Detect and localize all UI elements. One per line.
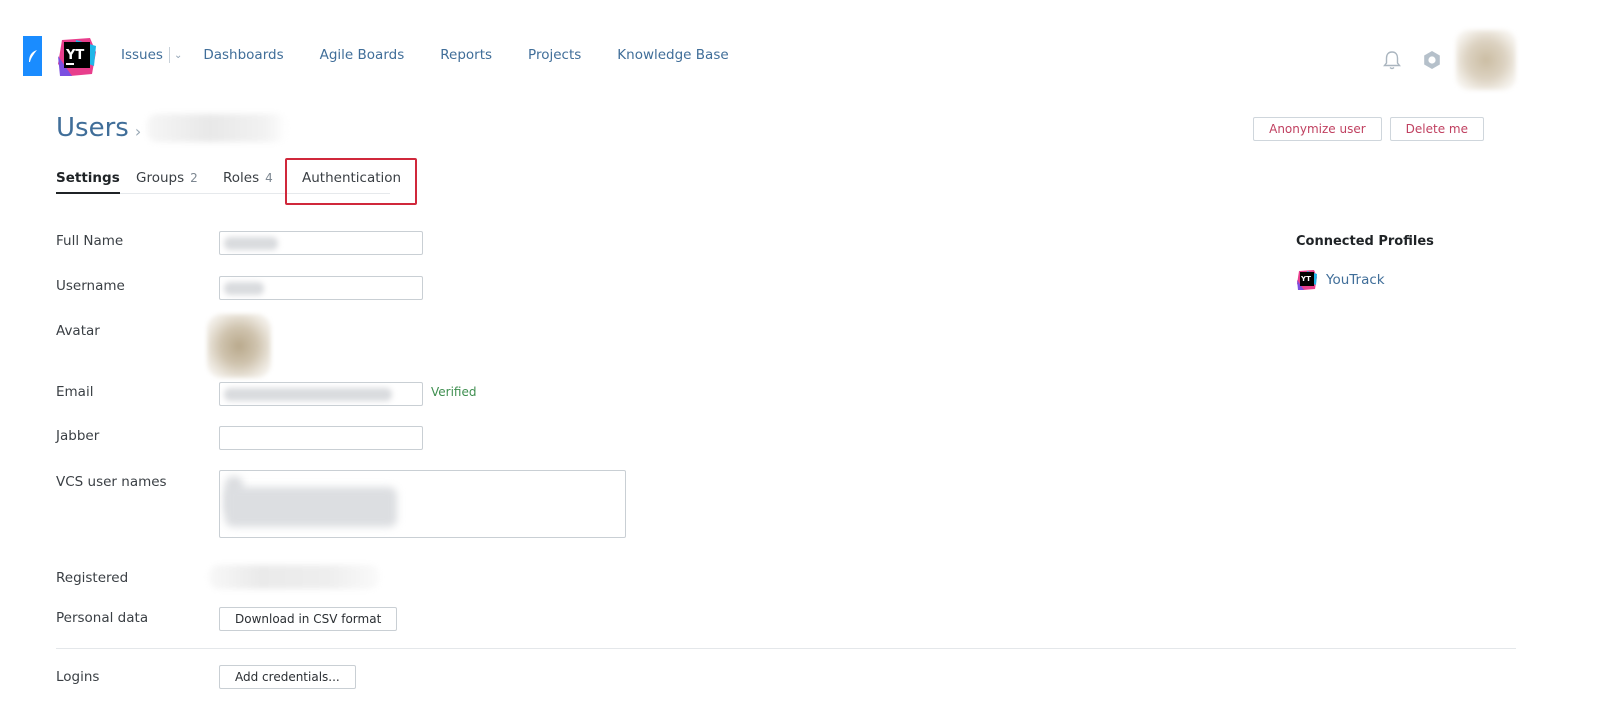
- main-navigation: Issues ⌄ Dashboards Agile Boards Reports…: [121, 45, 729, 65]
- username-label: Username: [56, 278, 125, 294]
- vcs-user-names-label: VCS user names: [56, 474, 167, 490]
- connected-profiles-title: Connected Profiles: [1296, 234, 1434, 249]
- svg-text:YT: YT: [1300, 275, 1311, 283]
- nav-issues[interactable]: Issues ⌄: [121, 47, 182, 63]
- user-actions: Anonymize user Delete me: [1253, 117, 1484, 141]
- vcs-user-names-textarea[interactable]: [219, 470, 626, 538]
- youtrack-icon: YT: [1297, 270, 1317, 290]
- nav-knowledge-base[interactable]: Knowledge Base: [617, 47, 728, 63]
- breadcrumb-user-name: [147, 114, 288, 142]
- tab-roles[interactable]: Roles 4: [223, 170, 273, 186]
- tab-settings[interactable]: Settings: [56, 170, 120, 194]
- nav-issues-label: Issues: [121, 47, 163, 63]
- tab-groups-count: 2: [190, 171, 198, 185]
- youtrack-logo[interactable]: YT: [56, 36, 98, 78]
- username-value: [224, 282, 264, 295]
- feather-icon: [28, 50, 37, 62]
- full-name-value: [224, 237, 278, 250]
- anonymize-user-button[interactable]: Anonymize user: [1253, 117, 1382, 141]
- gear-icon[interactable]: [1422, 50, 1442, 70]
- header-tools: [1382, 30, 1516, 90]
- tab-groups-label: Groups: [136, 170, 185, 186]
- nav-projects[interactable]: Projects: [528, 47, 581, 63]
- full-name-label: Full Name: [56, 233, 124, 249]
- tab-groups[interactable]: Groups 2: [136, 170, 198, 186]
- user-avatar[interactable]: [1456, 30, 1516, 90]
- registered-label: Registered: [56, 570, 129, 586]
- tab-roles-label: Roles: [223, 170, 260, 186]
- tab-settings-label: Settings: [56, 170, 120, 186]
- add-credentials-button[interactable]: Add credentials...: [219, 665, 356, 689]
- delete-me-button[interactable]: Delete me: [1389, 117, 1484, 141]
- nav-dashboards[interactable]: Dashboards: [203, 47, 283, 63]
- email-label: Email: [56, 384, 94, 400]
- chevron-down-icon[interactable]: ⌄: [174, 50, 182, 61]
- page-title[interactable]: Users: [56, 113, 129, 143]
- download-csv-button[interactable]: Download in CSV format: [219, 607, 398, 631]
- svg-text:YT: YT: [65, 48, 84, 63]
- nav-reports[interactable]: Reports: [440, 47, 492, 63]
- breadcrumb: Users ›: [56, 113, 288, 143]
- side-panel-toggle[interactable]: [23, 36, 42, 76]
- tab-roles-count: 4: [265, 171, 273, 185]
- breadcrumb-separator: ›: [134, 121, 142, 141]
- email-value: [224, 388, 392, 401]
- full-name-input[interactable]: [219, 231, 423, 255]
- email-verified-status: Verified: [431, 385, 477, 399]
- tab-authentication-label: Authentication: [302, 170, 402, 186]
- bell-icon[interactable]: [1382, 49, 1402, 71]
- logins-label: Logins: [56, 669, 100, 685]
- section-divider: [56, 648, 1516, 649]
- connected-profile-label: YouTrack: [1326, 272, 1385, 288]
- nav-agile-boards[interactable]: Agile Boards: [320, 47, 405, 63]
- personal-data-label: Personal data: [56, 610, 149, 626]
- avatar-image[interactable]: [207, 314, 271, 378]
- email-input[interactable]: [219, 382, 423, 406]
- registered-value: [209, 565, 379, 589]
- nav-divider: [168, 47, 170, 63]
- connected-profile-youtrack[interactable]: YT YouTrack: [1296, 269, 1385, 291]
- jabber-label: Jabber: [56, 428, 100, 444]
- user-tabs: Settings Groups 2 Roles 4 Authentication: [56, 169, 401, 194]
- tab-authentication[interactable]: Authentication: [302, 170, 401, 186]
- vcs-value-blur-2: [225, 487, 397, 527]
- jabber-input[interactable]: [219, 426, 423, 450]
- username-input[interactable]: [219, 276, 423, 300]
- avatar-label: Avatar: [56, 323, 100, 339]
